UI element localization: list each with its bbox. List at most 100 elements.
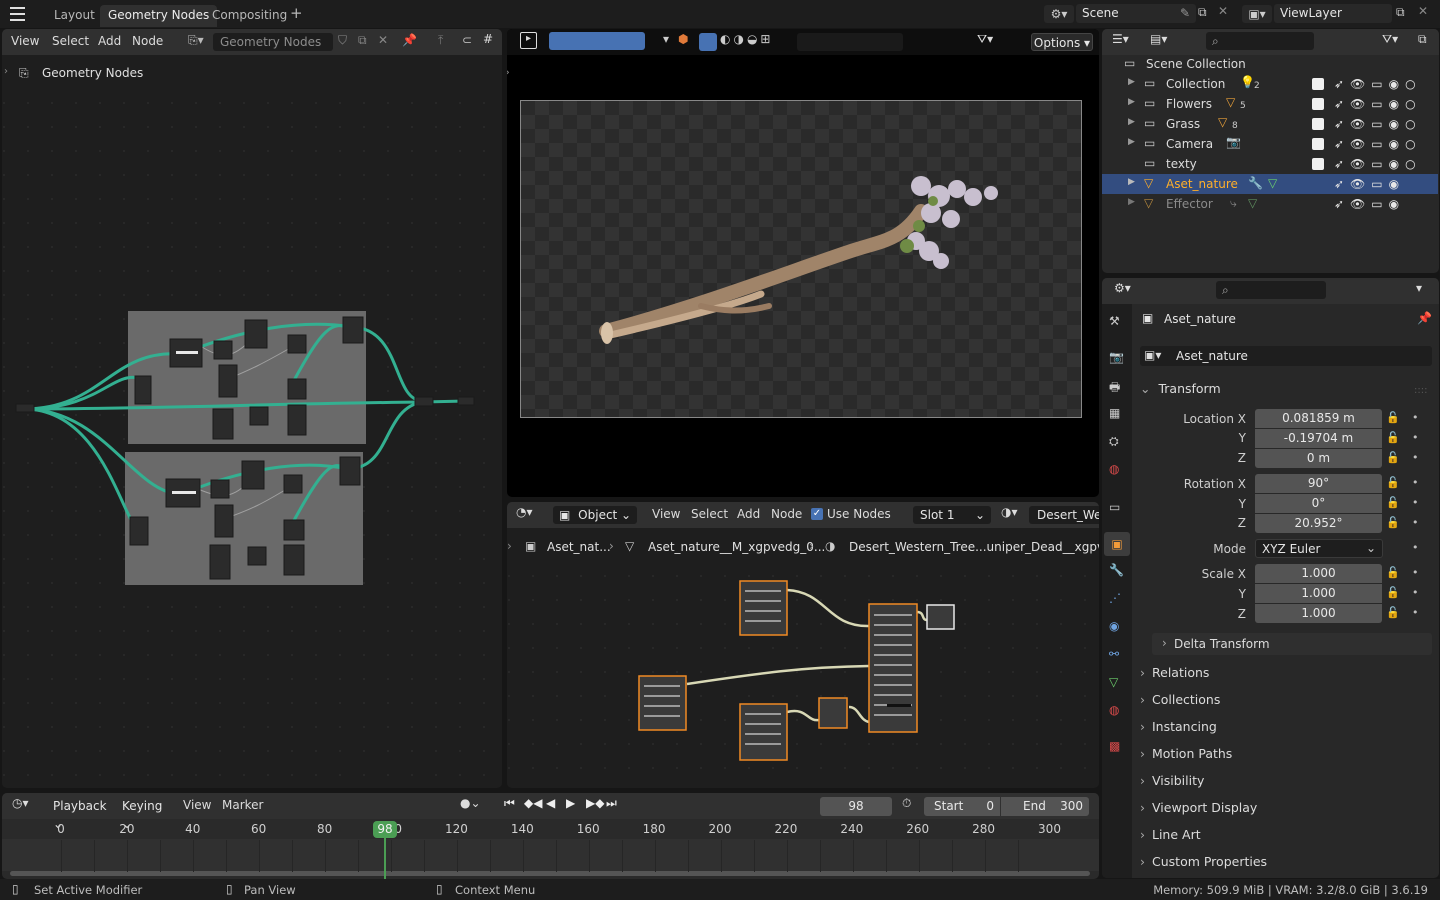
- material-slot-dropdown[interactable]: Slot 1 ⌄: [913, 506, 991, 524]
- main-menu-icon[interactable]: [10, 7, 25, 21]
- lock-icon[interactable]: 🔓: [1386, 586, 1400, 599]
- shader-menu-view[interactable]: View: [652, 507, 680, 521]
- timeline-menu-view[interactable]: View: [183, 798, 211, 812]
- visibility-panel-header[interactable]: › Visibility: [1140, 773, 1204, 788]
- pin-properties-icon[interactable]: 📌: [1417, 311, 1432, 325]
- prev-keyframe-icon[interactable]: ◆◀: [524, 796, 542, 810]
- playhead-line[interactable]: [384, 838, 386, 880]
- tab-layout[interactable]: Layout: [46, 5, 103, 27]
- scale-z-field[interactable]: 1.000: [1255, 604, 1382, 623]
- tool-tab-icon[interactable]: ⚒: [1109, 314, 1120, 328]
- viewport-display-panel-header[interactable]: › Viewport Display: [1140, 800, 1257, 815]
- expand-arrow-icon[interactable]: ▶: [1128, 137, 1135, 147]
- filter-funnel-icon[interactable]: ⛛▾: [977, 32, 993, 47]
- physics-tab-icon[interactable]: ◉: [1109, 619, 1119, 633]
- play-icon[interactable]: ▶: [566, 796, 575, 810]
- new-scene-icon[interactable]: ⧉: [1198, 5, 1207, 20]
- shading-icons[interactable]: ◐◑◒⊞: [720, 32, 773, 46]
- add-workspace-button[interactable]: +: [282, 3, 311, 25]
- tab-geometry-nodes[interactable]: Geometry Nodes: [100, 5, 218, 27]
- geo-menu-select[interactable]: Select: [52, 34, 89, 48]
- unlink-tree-icon[interactable]: ✕: [378, 33, 388, 47]
- viewport-type-icon[interactable]: ▸: [520, 32, 537, 49]
- keyframe-dot-icon[interactable]: •: [1412, 541, 1419, 554]
- playhead-badge[interactable]: 98: [373, 821, 397, 838]
- outliner-type-icon[interactable]: ☰▾: [1112, 32, 1129, 46]
- properties-type-icon[interactable]: ⚙▾: [1114, 281, 1131, 295]
- particles-tab-icon[interactable]: ⋰: [1109, 591, 1121, 605]
- include-checkbox[interactable]: [1312, 98, 1324, 110]
- relations-panel-header[interactable]: › Relations: [1140, 665, 1209, 680]
- material-tab-icon[interactable]: ◍: [1109, 703, 1119, 717]
- display-mode-icon[interactable]: ▤▾: [1150, 32, 1167, 46]
- pin-tree-icon[interactable]: 📌: [402, 33, 417, 47]
- include-checkbox[interactable]: [1312, 118, 1324, 130]
- location-x-field[interactable]: 0.081859 m: [1255, 409, 1382, 428]
- keyframe-dot-icon[interactable]: •: [1412, 451, 1419, 464]
- timeline-menu-marker[interactable]: Marker: [222, 798, 263, 812]
- timeline-type-icon[interactable]: ◷▾: [12, 796, 29, 810]
- constraints-tab-icon[interactable]: ⚯: [1109, 647, 1119, 661]
- lock-icon[interactable]: 🔓: [1386, 411, 1400, 424]
- world-tab-icon[interactable]: ◍: [1109, 462, 1119, 476]
- use-nodes-checkbox[interactable]: ✓: [811, 508, 823, 520]
- rotation-z-field[interactable]: 20.952°: [1255, 514, 1382, 533]
- modifier-icon[interactable]: ⤷: [1230, 196, 1237, 211]
- fake-user-icon[interactable]: ⛉: [338, 33, 347, 48]
- lock-icon[interactable]: 🔓: [1386, 516, 1400, 529]
- include-checkbox[interactable]: [1312, 158, 1324, 170]
- jump-start-icon[interactable]: ⏮: [504, 796, 515, 811]
- expand-arrow-icon[interactable]: ▶: [1128, 77, 1135, 87]
- material-name-field[interactable]: Desert_West: [1029, 506, 1099, 524]
- outliner-filter-icon[interactable]: ⛛▾: [1382, 32, 1398, 47]
- include-checkbox[interactable]: [1312, 78, 1324, 90]
- outliner-root[interactable]: ▭ Scene Collection: [1102, 54, 1438, 74]
- view-layer-icon[interactable]: ▣▾: [1242, 5, 1272, 23]
- geometry-node-editor[interactable]: View Select Add Node ⎘▾ Geometry Nodes ⛉…: [2, 29, 502, 788]
- playback-menu[interactable]: Playback ⌄: [46, 797, 114, 831]
- collections-panel-header[interactable]: › Collections: [1140, 692, 1220, 707]
- snap-icon[interactable]: ⊂: [462, 33, 472, 47]
- panel-drag-handle[interactable]: ::::: [1414, 385, 1427, 396]
- output-tab-icon[interactable]: 🖶: [1109, 378, 1120, 399]
- scene-tab-icon[interactable]: ⛭: [1109, 434, 1119, 449]
- current-frame-field[interactable]: 98: [820, 797, 892, 816]
- motion-paths-panel-header[interactable]: › Motion Paths: [1140, 746, 1232, 761]
- expand-arrow-icon[interactable]: ▶: [1128, 97, 1135, 107]
- object-datablock-row[interactable]: ▣▾ Aset_nature: [1140, 346, 1432, 366]
- lock-icon[interactable]: 🔓: [1386, 496, 1400, 509]
- shader-node-editor[interactable]: ◔▾ ▣ Object ⌄ View Select Add Node ✓ Use…: [507, 502, 1099, 788]
- end-frame-field[interactable]: End 300: [1001, 797, 1089, 816]
- lock-icon[interactable]: 🔓: [1386, 451, 1400, 464]
- line-art-panel-header[interactable]: › Line Art: [1140, 827, 1201, 842]
- delete-view-layer-icon[interactable]: ✕: [1418, 4, 1428, 18]
- left-collapse-arrow[interactable]: ›: [507, 65, 510, 79]
- new-view-layer-icon[interactable]: ⧉: [1396, 5, 1405, 20]
- auto-keying-icon[interactable]: ●⌄: [460, 796, 481, 810]
- scale-x-field[interactable]: 1.000: [1255, 564, 1382, 583]
- keyframe-dot-icon[interactable]: •: [1412, 431, 1419, 444]
- transform-panel-header[interactable]: ⌄ Transform: [1140, 381, 1221, 396]
- shader-type-dropdown[interactable]: ▣ Object ⌄: [553, 506, 637, 524]
- node-tree-type-icon[interactable]: ⎘▾: [188, 33, 204, 48]
- jump-end-icon[interactable]: ⏭: [606, 796, 617, 811]
- keyframe-dot-icon[interactable]: •: [1412, 606, 1419, 619]
- duplicate-tree-icon[interactable]: ⧉: [358, 33, 367, 48]
- custom-properties-panel-header[interactable]: › Custom Properties: [1140, 854, 1267, 869]
- view-layer-tab-icon[interactable]: ▦: [1109, 406, 1120, 420]
- shader-menu-select[interactable]: Select: [691, 507, 728, 521]
- start-frame-field[interactable]: Start 0: [924, 797, 1000, 816]
- mesh-data-icon[interactable]: ▽: [1268, 176, 1277, 190]
- collection-tab-icon[interactable]: ▭: [1109, 500, 1120, 514]
- properties-options-icon[interactable]: ▾: [1416, 281, 1422, 295]
- shader-menu-add[interactable]: Add: [737, 507, 760, 521]
- delta-transform-subpanel[interactable]: › Delta Transform: [1152, 633, 1432, 655]
- gizmo-color-icon[interactable]: ⬢: [678, 32, 688, 46]
- parent-tree-icon[interactable]: ⤒: [438, 33, 443, 48]
- geo-menu-node[interactable]: Node: [132, 34, 163, 48]
- location-z-field[interactable]: 0 m: [1255, 449, 1382, 468]
- expand-arrow-icon[interactable]: ▶: [1128, 117, 1135, 127]
- object-datablock-icon[interactable]: ▣▾: [1144, 348, 1161, 362]
- shading-solid-button[interactable]: [699, 33, 717, 51]
- data-tab-icon[interactable]: ▽: [1109, 675, 1118, 689]
